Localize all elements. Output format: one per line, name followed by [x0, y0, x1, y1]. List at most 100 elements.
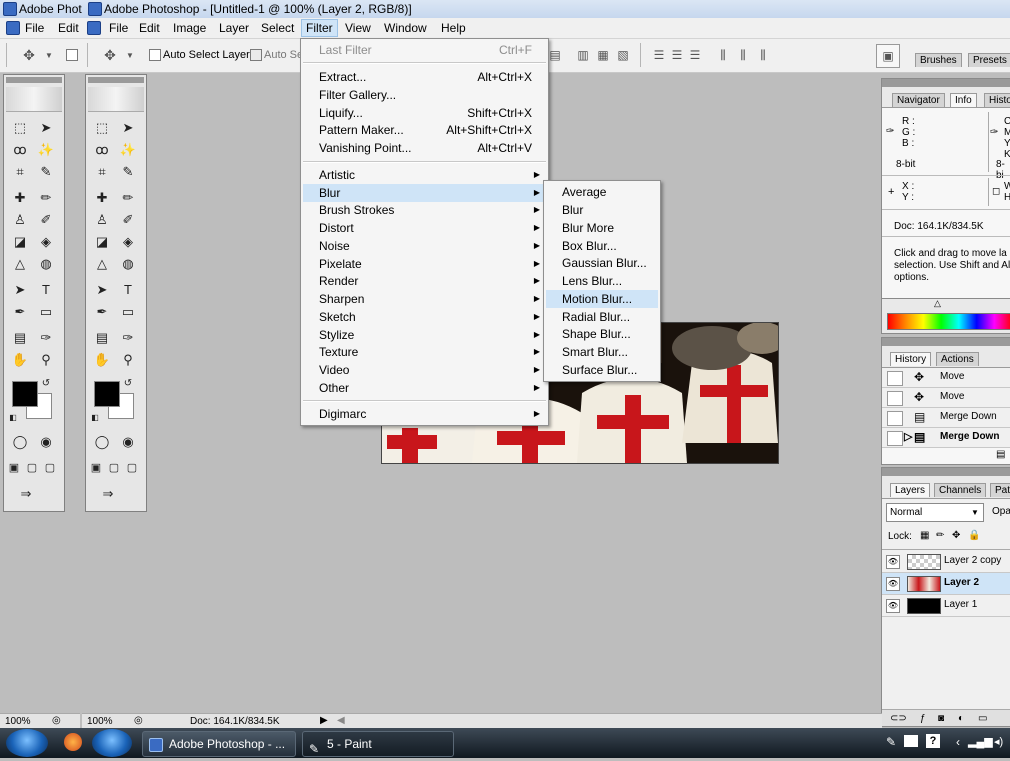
lasso-icon[interactable]: ꝏ [10, 141, 30, 159]
jump-to-imageready-icon[interactable]: ⇒ [10, 485, 42, 503]
chevron-down-icon[interactable]: ▼ [42, 49, 56, 63]
menu-layer[interactable]: Layer [215, 20, 253, 36]
color-ramp[interactable] [887, 313, 1010, 330]
paint-bucket-icon[interactable]: ◈ [36, 233, 56, 251]
slice-icon[interactable]: ✎ [36, 163, 56, 181]
history-item-current[interactable]: ▷ ▤ Merge Down [882, 428, 1010, 448]
tray-display-icon[interactable] [904, 735, 918, 747]
screen-mode-full-icon[interactable]: ▢ [124, 459, 140, 477]
notes-icon[interactable]: ▤ [10, 329, 30, 347]
menu-item-box-blur[interactable]: Box Blur... [546, 237, 658, 255]
hand-icon[interactable]: ✋ [10, 351, 30, 369]
marquee-icon[interactable]: ⬚ [92, 119, 112, 137]
rectangle-icon[interactable]: ▭ [36, 303, 56, 321]
history-item[interactable]: ✥ Move [882, 388, 1010, 408]
zoom-level[interactable]: 100% [5, 716, 31, 727]
tab-histogram[interactable]: Histo [984, 93, 1010, 107]
panel-menu-icon[interactable]: ▤ [996, 449, 1005, 460]
menu-file[interactable]: File [105, 20, 132, 36]
workspace-icon[interactable]: ▣ [876, 44, 900, 68]
eyedropper-icon[interactable]: ✑ [36, 329, 56, 347]
swap-colors-icon[interactable]: ↺ [40, 375, 52, 393]
tab-paths[interactable]: Path [990, 483, 1010, 497]
menu-item-shape-blur[interactable]: Shape Blur... [546, 325, 658, 343]
menu-item-blur[interactable]: Blur [546, 201, 658, 219]
hand-icon[interactable]: ✋ [92, 351, 112, 369]
status-menu-icon[interactable]: ◎ [52, 715, 61, 726]
menu-item-digimarc[interactable]: Digimarc ▶ [303, 405, 546, 423]
menu-edit[interactable]: Edit [54, 20, 83, 36]
screen-mode-menu-icon[interactable]: ▢ [106, 459, 122, 477]
menu-item-average[interactable]: Average [546, 183, 658, 201]
path-selection-icon[interactable]: ➤ [10, 281, 30, 299]
tab-channels[interactable]: Channels [934, 483, 987, 497]
blur-tool-icon[interactable]: △ [92, 255, 112, 273]
menu-file[interactable]: File [21, 20, 48, 36]
auto-select-checkbox[interactable] [250, 49, 262, 61]
jump-to-imageready-icon[interactable]: ⇒ [92, 485, 124, 503]
magic-wand-icon[interactable]: ✨ [118, 141, 138, 159]
status-arrow-icon[interactable]: ▶ [320, 715, 328, 726]
menu-view[interactable]: View [341, 20, 375, 36]
standard-mode-icon[interactable]: ◯ [10, 433, 30, 451]
align-center-icon[interactable]: ▦ [596, 48, 610, 62]
history-brush-icon[interactable]: ✐ [118, 211, 138, 229]
history-item[interactable]: ▤ Merge Down [882, 408, 1010, 428]
menu-item-vanishing-point[interactable]: Vanishing Point... Alt+Ctrl+V [303, 139, 546, 157]
path-selection-icon[interactable]: ➤ [92, 281, 112, 299]
pen-icon[interactable]: ✒ [10, 303, 30, 321]
menu-item-artistic[interactable]: Artistic ▶ [303, 166, 546, 184]
blur-tool-icon[interactable]: △ [10, 255, 30, 273]
clone-stamp-icon[interactable]: ♙ [10, 211, 30, 229]
panel-header[interactable] [882, 338, 1010, 346]
show-hidden-icons-icon[interactable]: ‹ [956, 735, 960, 749]
menu-item-distort[interactable]: Distort ▶ [303, 219, 546, 237]
menu-item-liquify[interactable]: Liquify... Shift+Ctrl+X [303, 104, 546, 122]
chevron-down-icon[interactable]: ▼ [123, 49, 137, 63]
layer-row[interactable]: 👁 Layer 1 [882, 595, 1010, 617]
layer-style-icon[interactable]: ƒ [920, 713, 926, 724]
move-tool-icon[interactable]: ✥ [103, 48, 117, 62]
screen-mode-standard-icon[interactable]: ▣ [88, 459, 104, 477]
marquee-icon[interactable]: ⬚ [10, 119, 30, 137]
toolbox-header[interactable] [88, 77, 144, 83]
network-icon[interactable]: ▂▄▆ [968, 735, 993, 748]
move-icon[interactable]: ➤ [118, 119, 138, 137]
menu-item-sketch[interactable]: Sketch ▶ [303, 308, 546, 326]
distribute-center-icon[interactable]: ⫼ [736, 48, 750, 62]
zoom-icon[interactable]: ⚲ [36, 351, 56, 369]
scroll-left-icon[interactable]: ◀ [337, 715, 345, 726]
new-group-icon[interactable]: ▭ [978, 713, 987, 724]
menu-item-sharpen[interactable]: Sharpen ▶ [303, 290, 546, 308]
healing-brush-icon[interactable]: ✚ [10, 189, 30, 207]
tab-history[interactable]: History [890, 352, 932, 366]
tab-presets[interactable]: Presets [968, 53, 1010, 67]
history-source-box[interactable] [887, 431, 903, 446]
layer-mask-icon[interactable]: ◙ [938, 713, 944, 724]
lock-transparency-icon[interactable]: ▦ [920, 530, 929, 541]
tab-brushes[interactable]: Brushes [915, 53, 962, 67]
zoom-level[interactable]: 100% [87, 716, 113, 727]
move-icon[interactable]: ➤ [36, 119, 56, 137]
menu-item-blur-more[interactable]: Blur More [546, 219, 658, 237]
pen-icon[interactable]: ✒ [92, 303, 112, 321]
tab-navigator[interactable]: Navigator [892, 93, 945, 107]
photoshop-menu-icon[interactable] [87, 21, 101, 35]
lasso-icon[interactable]: ꝏ [92, 141, 112, 159]
magic-wand-icon[interactable]: ✨ [36, 141, 56, 159]
menu-item-gaussian-blur[interactable]: Gaussian Blur... [546, 254, 658, 272]
crop-icon[interactable]: ⌗ [10, 163, 30, 181]
lock-all-icon[interactable]: 🔒 [968, 530, 980, 541]
align-left-icon[interactable]: ▤ [548, 48, 562, 62]
screen-mode-full-icon[interactable]: ▢ [42, 459, 58, 477]
screen-mode-standard-icon[interactable]: ▣ [6, 459, 22, 477]
menu-window[interactable]: Window [380, 20, 431, 36]
history-source-box[interactable] [887, 371, 903, 386]
crop-icon[interactable]: ⌗ [92, 163, 112, 181]
link-layers-icon[interactable]: ⊂⊃ [890, 713, 907, 724]
quick-mask-icon[interactable]: ◉ [36, 433, 56, 451]
menu-item-video[interactable]: Video ▶ [303, 361, 546, 379]
swap-colors-icon[interactable]: ↺ [122, 375, 134, 393]
type-icon[interactable]: T [118, 281, 138, 299]
notes-icon[interactable]: ▤ [92, 329, 112, 347]
